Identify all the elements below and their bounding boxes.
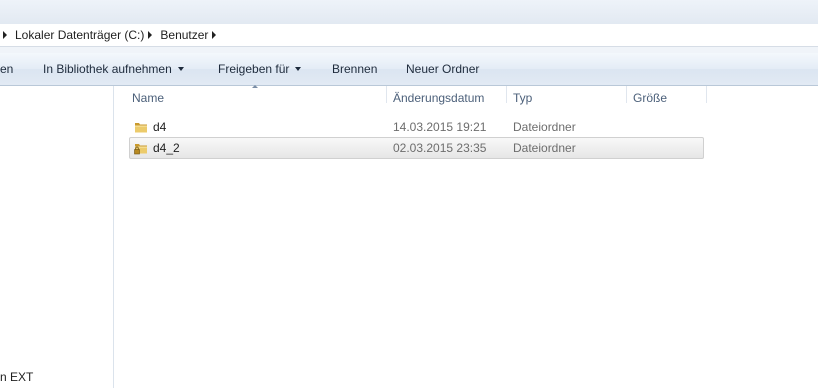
include-in-library-button[interactable]: In Bibliothek aufnehmen — [43, 53, 184, 85]
nav-item-drive[interactable]: n EXT — [0, 370, 33, 384]
column-header-type[interactable]: Typ — [513, 86, 532, 110]
breadcrumb-arrow-icon[interactable] — [3, 31, 7, 39]
file-modified: 02.03.2015 23:35 — [393, 141, 487, 155]
new-folder-button[interactable]: Neuer Ordner — [406, 53, 479, 85]
file-modified: 14.03.2015 19:21 — [393, 120, 487, 134]
window-title-strip — [0, 0, 818, 25]
breadcrumb-arrow-icon[interactable] — [148, 31, 153, 39]
include-in-library-label: In Bibliothek aufnehmen — [43, 62, 172, 76]
breadcrumb-arrow-icon[interactable] — [212, 31, 217, 39]
organize-button-partial[interactable]: en — [0, 53, 13, 85]
navigation-pane[interactable]: n EXT — [0, 86, 114, 388]
locked-folder-icon — [134, 144, 147, 155]
file-type: Dateiordner — [513, 141, 576, 155]
burn-button[interactable]: Brennen — [332, 53, 377, 85]
chevron-down-icon — [177, 66, 184, 71]
file-name: d4_2 — [153, 141, 180, 155]
sort-ascending-icon — [252, 85, 258, 88]
folder-icon — [135, 123, 147, 133]
share-with-button[interactable]: Freigeben für — [218, 53, 302, 85]
column-divider[interactable] — [506, 86, 507, 103]
address-bar[interactable]: Lokaler Datenträger (C:) Benutzer — [0, 24, 818, 47]
column-header-size[interactable]: Größe — [633, 86, 667, 110]
file-row-d4[interactable]: d4 14.03.2015 19:21 Dateiordner — [129, 116, 704, 138]
file-name: d4 — [153, 120, 167, 134]
command-bar: en In Bibliothek aufnehmen Freigeben für… — [0, 53, 818, 86]
file-row-d4_2[interactable]: d4_2 02.03.2015 23:35 Dateiordner — [129, 137, 704, 159]
breadcrumb-drive[interactable]: Lokaler Datenträger (C:) — [15, 28, 144, 42]
column-divider[interactable] — [706, 86, 707, 103]
column-header-name[interactable]: Name — [132, 86, 164, 110]
share-with-label: Freigeben für — [218, 62, 290, 76]
column-header-modified[interactable]: Änderungsdatum — [393, 86, 484, 110]
breadcrumb-users[interactable]: Benutzer — [160, 28, 208, 42]
column-divider[interactable] — [626, 86, 627, 103]
column-divider[interactable] — [386, 86, 387, 103]
file-type: Dateiordner — [513, 120, 576, 134]
chevron-down-icon — [295, 66, 302, 71]
